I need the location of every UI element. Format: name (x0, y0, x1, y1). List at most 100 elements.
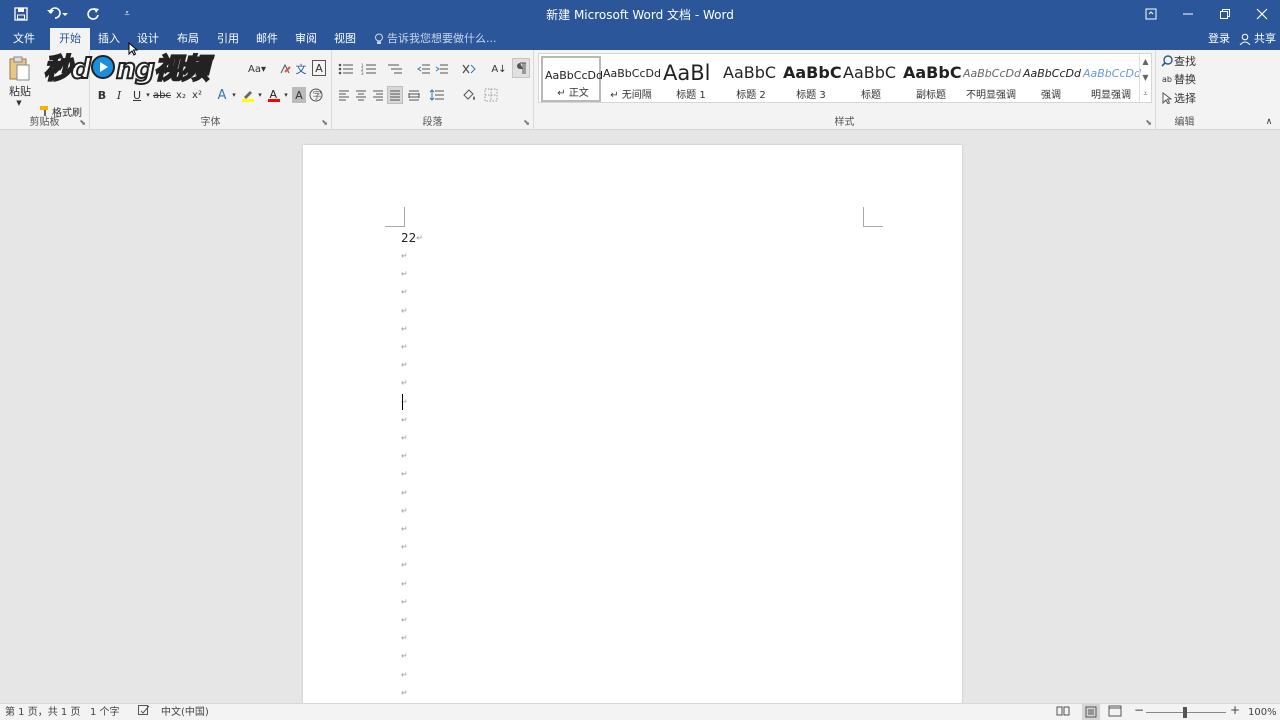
empty-paragraph[interactable]: ↵ (401, 666, 408, 684)
select-icon[interactable] (1160, 90, 1174, 106)
align-right-icon[interactable] (370, 87, 386, 103)
style-emphasis[interactable]: AaBbCcDd 强调 (1021, 56, 1081, 102)
empty-paragraph[interactable]: ↵ (401, 302, 408, 320)
bold-icon[interactable]: B (96, 87, 108, 103)
empty-paragraph[interactable]: ↵ (401, 338, 408, 356)
superscript-icon[interactable]: x² (190, 87, 204, 103)
clear-formatting-icon[interactable] (278, 60, 292, 78)
character-border-icon[interactable]: A (312, 60, 326, 76)
close-icon[interactable] (1243, 0, 1280, 28)
empty-paragraph[interactable]: ↵ (401, 247, 408, 265)
empty-paragraph[interactable]: ↵ (401, 411, 408, 429)
empty-paragraph[interactable]: ↵ (401, 356, 408, 374)
empty-paragraph[interactable]: ↵ (401, 429, 408, 447)
replace-icon[interactable]: ab (1160, 71, 1174, 87)
empty-paragraph[interactable]: ↵ (401, 447, 408, 465)
bullets-icon[interactable] (336, 60, 356, 78)
empty-paragraph[interactable]: ↵ (401, 520, 408, 538)
language[interactable]: 中文(中国) (161, 705, 209, 720)
zoom-in-icon[interactable]: + (1230, 703, 1240, 718)
tab-references[interactable]: 引用 (208, 28, 248, 50)
multilevel-list-icon[interactable] (384, 60, 406, 78)
empty-paragraph[interactable]: ↵ (401, 502, 408, 520)
style-subtle-emphasis[interactable]: AaBbCcDd 不明显强调 (961, 56, 1021, 102)
empty-paragraph[interactable]: ↵ (401, 593, 408, 611)
underline-icon[interactable]: U (130, 87, 144, 103)
proofing-icon[interactable] (138, 705, 150, 720)
chinese-layout-icon[interactable] (458, 60, 480, 78)
justify-icon[interactable] (387, 86, 403, 104)
shading-icon[interactable] (460, 87, 478, 103)
page-count[interactable]: 第 1 页，共 1 页 (5, 705, 80, 720)
empty-paragraph[interactable]: ↵ (401, 374, 408, 392)
clipboard-launcher-icon[interactable]: ⬊ (79, 118, 86, 127)
italic-icon[interactable]: I (113, 87, 125, 103)
font-launcher-icon[interactable]: ⬊ (321, 118, 328, 127)
scroll-up-icon[interactable]: ▲ (1142, 57, 1148, 66)
zoom-level[interactable]: 100% (1248, 705, 1277, 720)
document-page[interactable]: 22↵ ↵ ↵ ↵ ↵ ↵ ↵ ↵ ↵ ↵ ↵ ↵ ↵ ↵ ↵ ↵ ↵ ↵ ↵ ↵ ↵ ↵ ↵ ↵ ↵ ↵ (303, 145, 962, 705)
empty-paragraph[interactable]: ↵ (401, 684, 408, 702)
ribbon-display-options-icon[interactable] (1132, 0, 1169, 28)
read-mode-icon[interactable] (1056, 705, 1070, 720)
zoom-out-icon[interactable]: − (1134, 703, 1144, 718)
enclose-characters-icon[interactable]: 字 (308, 87, 324, 103)
font-size-menu-button[interactable]: Aa▾ (246, 60, 268, 78)
align-center-icon[interactable] (353, 87, 369, 103)
empty-paragraph[interactable]: ↵ (401, 611, 408, 629)
empty-paragraph[interactable]: ↵ (401, 538, 408, 556)
empty-paragraph[interactable]: ↵ (401, 320, 408, 338)
scroll-down-icon[interactable]: ▼ (1142, 73, 1148, 82)
tab-view[interactable]: 视图 (326, 28, 364, 50)
align-left-icon[interactable] (336, 87, 352, 103)
minimize-icon[interactable] (1169, 0, 1206, 28)
web-layout-icon[interactable] (1108, 705, 1122, 720)
tab-mailings[interactable]: 邮件 (248, 28, 286, 50)
empty-paragraph[interactable]: ↵ (401, 283, 408, 301)
repeat-icon[interactable] (78, 3, 108, 25)
sort-icon[interactable]: A↓ (490, 60, 508, 78)
empty-paragraph[interactable]: ↵ (401, 465, 408, 483)
font-color-icon[interactable]: A (266, 87, 282, 103)
empty-paragraph[interactable]: ↵ (401, 647, 408, 665)
select-label[interactable]: 选择 (1174, 90, 1212, 106)
collapse-ribbon-icon[interactable]: ∧ (1262, 116, 1276, 128)
style-subtitle[interactable]: AaBbC 副标题 (901, 56, 961, 102)
style-no-spacing[interactable]: AaBbCcDd ↵ 无间隔 (601, 56, 661, 102)
styles-gallery-scroll[interactable]: ▲ ▼ ⩡ (1139, 54, 1151, 102)
underline-dropdown-icon[interactable]: ▾ (144, 87, 152, 103)
find-icon[interactable] (1160, 53, 1174, 69)
restore-icon[interactable] (1206, 0, 1243, 28)
tab-review[interactable]: 审阅 (286, 28, 326, 50)
print-layout-icon[interactable] (1082, 704, 1100, 720)
subscript-icon[interactable]: x₂ (174, 87, 188, 103)
style-heading-2[interactable]: AaBbC 标题 2 (721, 56, 781, 102)
find-label[interactable]: 查找 (1174, 53, 1208, 69)
phonetic-guide-icon[interactable]: 文 (294, 60, 308, 78)
customize-qat-icon[interactable]: ⩡ (112, 3, 142, 25)
save-icon[interactable] (6, 3, 36, 25)
distributed-icon[interactable] (406, 87, 422, 103)
empty-paragraph[interactable]: ↵ (401, 265, 408, 283)
empty-paragraph[interactable]: ↵ (401, 629, 408, 647)
character-shading-icon[interactable]: A (292, 87, 306, 103)
style-intense-emphasis[interactable]: AaBbCcDd 明显强调 (1081, 56, 1141, 102)
style-heading-3[interactable]: AaBbC 标题 3 (781, 56, 841, 102)
style-normal[interactable]: AaBbCcDd ↵ 正文 (541, 56, 603, 102)
style-heading-1[interactable]: AaBl 标题 1 (661, 56, 721, 102)
styles-launcher-icon[interactable]: ⬊ (1145, 118, 1152, 127)
more-styles-icon[interactable]: ⩡ (1143, 89, 1148, 99)
paste-icon[interactable] (6, 54, 32, 84)
paragraph-launcher-icon[interactable]: ⬊ (523, 118, 530, 127)
text-effects-icon[interactable]: A (214, 87, 230, 103)
document-line[interactable]: 22↵ (401, 229, 423, 247)
tell-me-box[interactable]: 告诉我您想要做什么... (374, 28, 497, 50)
share-button[interactable]: 共享 (1239, 28, 1276, 50)
font-color-dropdown-icon[interactable]: ▾ (282, 87, 290, 103)
undo-icon[interactable] (40, 3, 74, 25)
borders-icon[interactable] (482, 87, 500, 103)
style-title[interactable]: AaBbC 标题 (841, 56, 901, 102)
text-effects-dropdown-icon[interactable]: ▾ (230, 87, 238, 103)
replace-label[interactable]: 替换 (1174, 71, 1208, 87)
highlight-dropdown-icon[interactable]: ▾ (256, 87, 264, 103)
